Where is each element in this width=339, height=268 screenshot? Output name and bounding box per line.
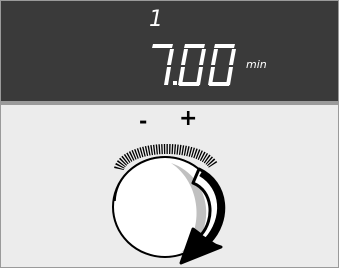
time-decimal-point <box>173 81 177 85</box>
rotary-knob-icon[interactable] <box>101 125 241 267</box>
time-digit-7 <box>152 44 174 85</box>
lcd-display: 1 min <box>1 1 338 101</box>
device-panel: 1 min - + <box>0 0 339 268</box>
time-unit-label: min <box>246 58 267 71</box>
time-digit-0-second <box>208 44 236 86</box>
control-area: - + <box>1 105 338 267</box>
time-digit-0-first <box>178 44 206 86</box>
time-value <box>152 44 236 86</box>
program-number: 1 <box>149 7 163 32</box>
